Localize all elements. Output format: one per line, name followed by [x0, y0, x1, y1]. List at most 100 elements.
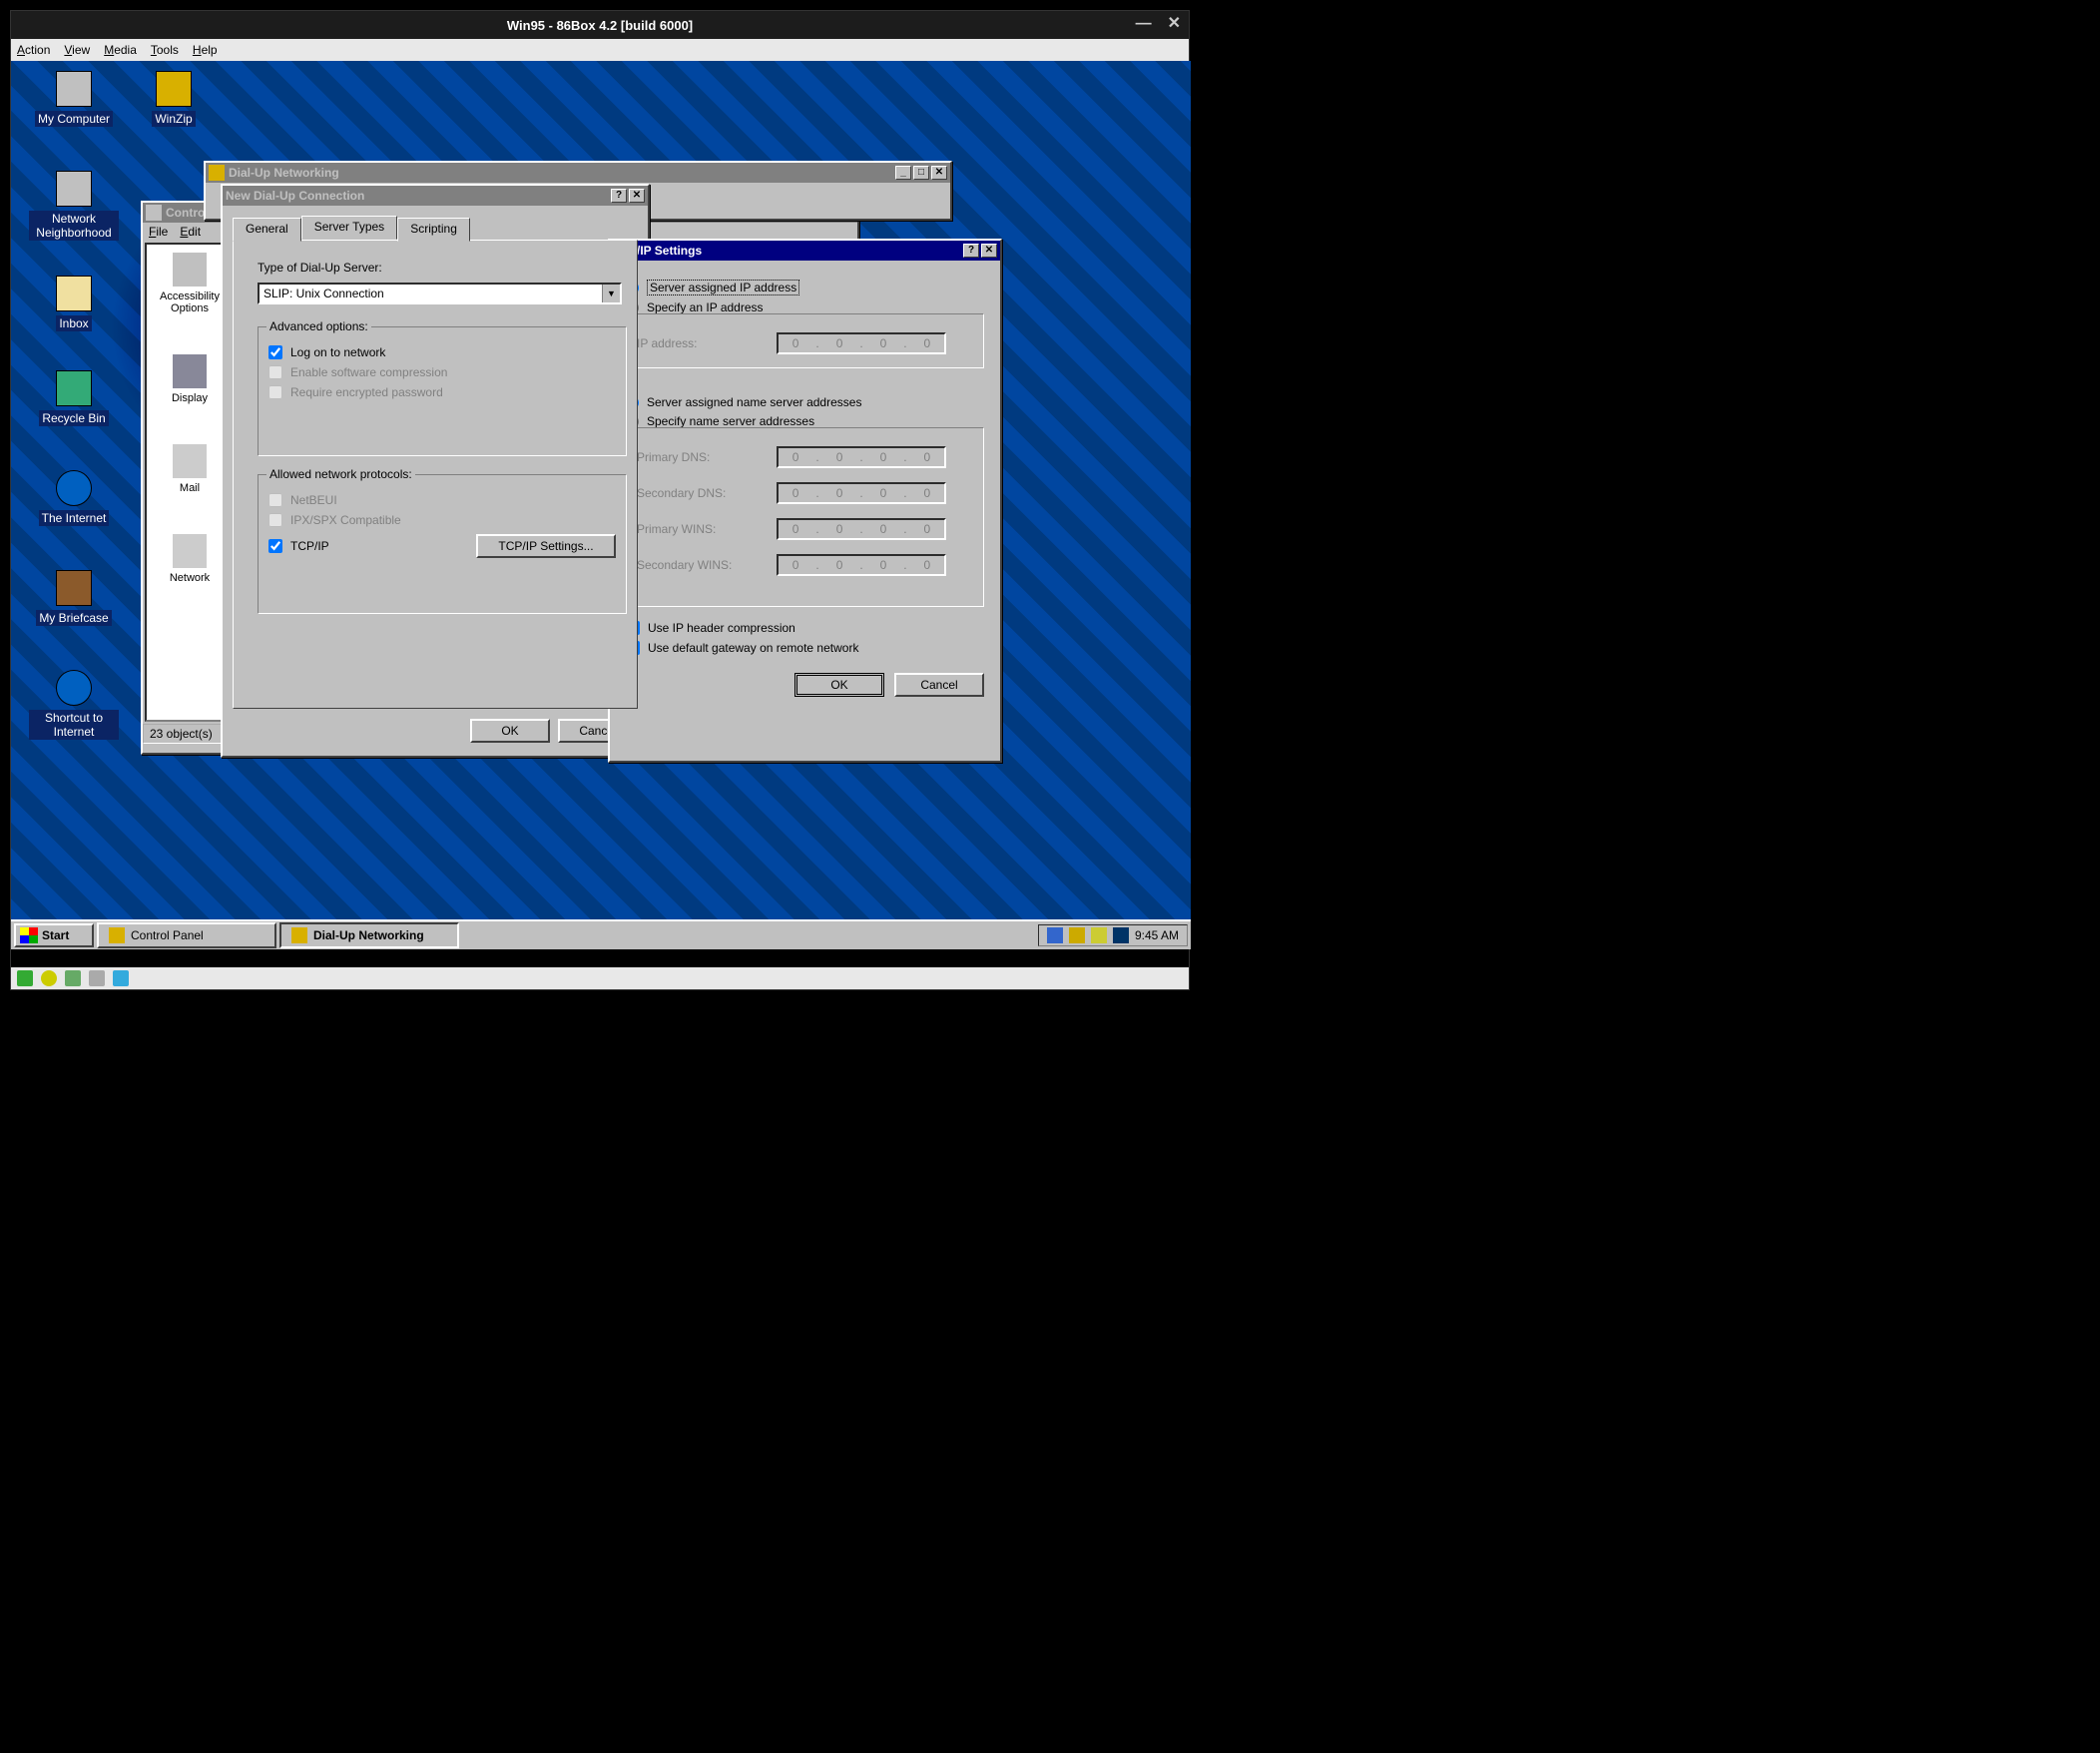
tray-volume-icon[interactable]: [1091, 927, 1107, 943]
help-button[interactable]: ?: [611, 189, 627, 203]
menu-edit[interactable]: Edit: [180, 225, 201, 239]
emulator-close-icon[interactable]: ✕: [1168, 15, 1181, 33]
dialup-title: Dial-Up Networking: [229, 166, 895, 180]
chk-encrypted-password: Require encrypted password: [268, 385, 616, 399]
taskbar-control-panel[interactable]: Control Panel: [97, 922, 276, 948]
tab-scripting[interactable]: Scripting: [397, 218, 470, 242]
radio-specify-ip[interactable]: Specify an IP address: [626, 300, 984, 314]
ok-button[interactable]: OK: [470, 719, 550, 743]
close-button[interactable]: ✕: [981, 244, 997, 258]
emu-menu-tools[interactable]: Tools: [151, 43, 179, 57]
cp-item-mail[interactable]: Mail: [155, 444, 225, 494]
chk-log-on-network[interactable]: Log on to network: [268, 345, 616, 359]
status-sound-icon[interactable]: [113, 970, 129, 986]
cp-item-display[interactable]: Display: [155, 354, 225, 404]
status-network-icon[interactable]: [89, 970, 105, 986]
windows-flag-icon: [20, 927, 38, 943]
ok-button[interactable]: OK: [794, 673, 884, 697]
chk-software-compression: Enable software compression: [268, 365, 616, 379]
globe-shortcut-icon: [56, 670, 92, 706]
secondary-wins-field: 0.0.0.0: [777, 554, 946, 576]
close-button[interactable]: ✕: [931, 166, 947, 180]
ip-address-label: IP address:: [637, 336, 767, 350]
server-type-label: Type of Dial-Up Server:: [258, 261, 623, 275]
tab-general[interactable]: General: [233, 218, 301, 242]
allowed-protocols-legend: Allowed network protocols:: [266, 467, 415, 481]
tray-display-icon[interactable]: [1047, 927, 1063, 943]
desktop-icon-winzip[interactable]: WinZip: [129, 71, 219, 127]
status-floppy-icon[interactable]: [17, 970, 33, 986]
close-button[interactable]: ✕: [629, 189, 645, 203]
desktop-icon-recycle-bin[interactable]: Recycle Bin: [29, 370, 119, 426]
globe-icon: [56, 470, 92, 506]
emulator-minimize-icon[interactable]: —: [1136, 15, 1152, 33]
desktop-icon-network-neighborhood[interactable]: Network Neighborhood: [29, 171, 119, 241]
dialup-icon: [291, 927, 307, 943]
desktop[interactable]: My Computer WinZip Network Neighborhood …: [11, 61, 1191, 949]
emu-menu-action[interactable]: Action: [17, 43, 50, 57]
primary-wins-field: 0.0.0.0: [777, 518, 946, 540]
cp-item-accessibility[interactable]: Accessibility Options: [155, 253, 225, 314]
emu-menu-help[interactable]: Help: [193, 43, 218, 57]
tray-clock[interactable]: 9:45 AM: [1135, 928, 1179, 942]
start-button[interactable]: Start: [14, 923, 94, 947]
desktop-icon-my-computer[interactable]: My Computer: [29, 71, 119, 127]
emulator-statusbar: [11, 967, 1189, 989]
emu-menu-media[interactable]: Media: [104, 43, 137, 57]
status-hdd-icon[interactable]: [65, 970, 81, 986]
new-dialup-connection-dialog[interactable]: New Dial-Up Connection ? ✕ General Serve…: [221, 184, 650, 758]
computer-icon: [56, 71, 92, 107]
server-type-value: SLIP: Unix Connection: [260, 285, 602, 302]
secondary-dns-field: 0.0.0.0: [777, 482, 946, 504]
desktop-icon-my-briefcase[interactable]: My Briefcase: [29, 570, 119, 626]
server-type-combo[interactable]: SLIP: Unix Connection: [258, 283, 622, 304]
recycle-bin-icon: [56, 370, 92, 406]
ip-address-field: 0.0.0.0: [777, 332, 946, 354]
network-icon: [56, 171, 92, 207]
radio-server-assigned-ip[interactable]: Server assigned IP address: [626, 280, 984, 295]
maximize-button[interactable]: □: [913, 166, 929, 180]
emulator-titlebar: Win95 - 86Box 4.2 [build 6000] — ✕: [11, 11, 1189, 39]
tcpip-settings-button[interactable]: TCP/IP Settings...: [476, 534, 616, 558]
emu-menu-view[interactable]: View: [64, 43, 90, 57]
emulator-window: Win95 - 86Box 4.2 [build 6000] — ✕ Actio…: [10, 10, 1190, 990]
radio-server-assigned-ns[interactable]: Server assigned name server addresses: [626, 395, 984, 409]
radio-specify-ns[interactable]: Specify name server addresses: [626, 414, 984, 428]
display-icon: [173, 354, 207, 388]
tab-server-types[interactable]: Server Types: [301, 216, 397, 240]
emulator-menubar: Action View Media Tools Help: [11, 39, 1189, 61]
help-button[interactable]: ?: [963, 244, 979, 258]
chk-tcpip[interactable]: TCP/IP: [268, 539, 329, 553]
chk-default-gateway[interactable]: Use default gateway on remote network: [626, 641, 984, 655]
desktop-icon-inbox[interactable]: Inbox: [29, 276, 119, 331]
system-tray[interactable]: 9:45 AM: [1038, 924, 1188, 946]
taskbar-dialup-networking[interactable]: Dial-Up Networking: [279, 922, 459, 948]
taskbar: Start Control Panel Dial-Up Networking 9…: [11, 919, 1191, 949]
minimize-button[interactable]: _: [895, 166, 911, 180]
status-cdrom-icon[interactable]: [41, 970, 57, 986]
inbox-icon: [56, 276, 92, 311]
cp-item-network[interactable]: Network: [155, 534, 225, 584]
cancel-button[interactable]: Cancel: [894, 673, 984, 697]
network-cp-icon: [173, 534, 207, 568]
tray-modem-icon[interactable]: [1069, 927, 1085, 943]
tray-scheduler-icon[interactable]: [1113, 927, 1129, 943]
chk-ipx-spx: IPX/SPX Compatible: [268, 513, 616, 527]
primary-wins-label: Primary WINS:: [637, 522, 767, 536]
secondary-wins-label: Secondary WINS:: [637, 558, 767, 572]
tcpip-settings-dialog[interactable]: TCP/IP Settings ? ✕ Server assigned IP a…: [608, 239, 1002, 763]
chevron-down-icon[interactable]: [602, 285, 620, 302]
desktop-icon-shortcut-internet[interactable]: Shortcut to Internet: [29, 670, 119, 740]
chk-ip-header-compression[interactable]: Use IP header compression: [626, 621, 984, 635]
secondary-dns-label: Secondary DNS:: [637, 486, 767, 500]
winzip-icon: [156, 71, 192, 107]
menu-file[interactable]: File: [149, 225, 168, 239]
briefcase-icon: [56, 570, 92, 606]
emulator-title: Win95 - 86Box 4.2 [build 6000]: [507, 18, 693, 33]
chk-netbeui: NetBEUI: [268, 493, 616, 507]
mail-icon: [173, 444, 207, 478]
folder-icon: [109, 927, 125, 943]
dialup-icon: [209, 165, 225, 181]
accessibility-icon: [173, 253, 207, 287]
desktop-icon-the-internet[interactable]: The Internet: [29, 470, 119, 526]
